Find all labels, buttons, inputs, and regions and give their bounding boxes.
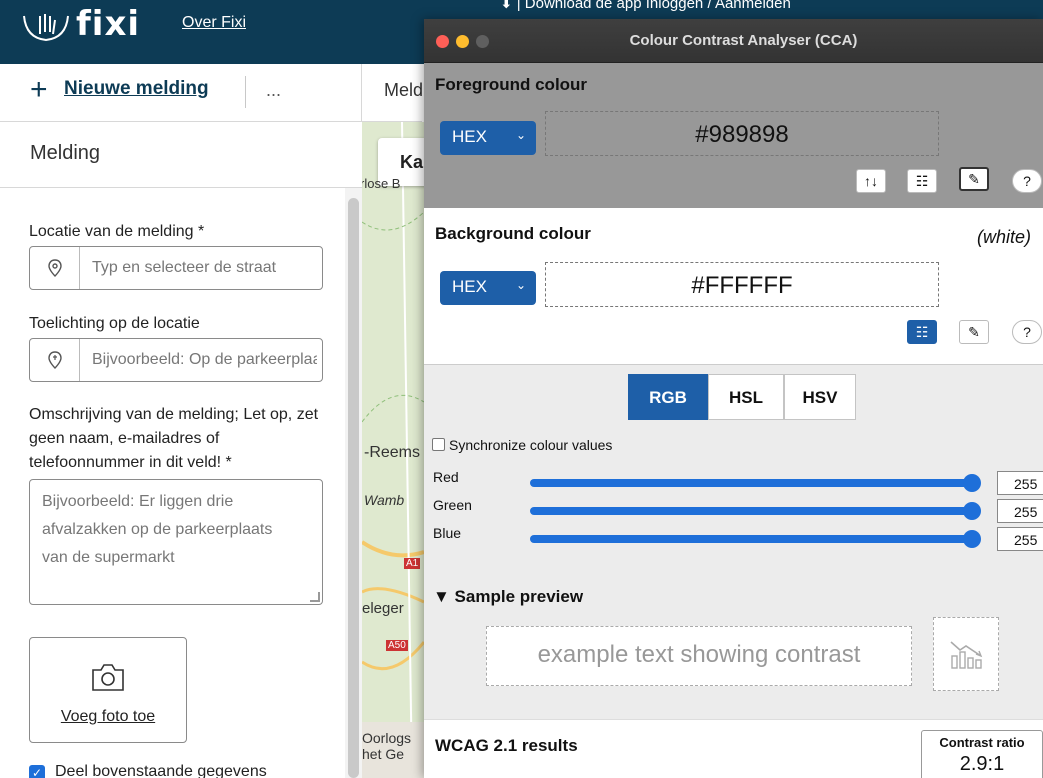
- location-explain-input[interactable]: Bijvoorbeeld: Op de parkeerplaats: [29, 338, 323, 382]
- background-format-value: HEX: [452, 277, 487, 296]
- map-label: rlose B: [362, 176, 401, 191]
- help-icon[interactable]: ?: [1012, 320, 1042, 344]
- add-photo-label: Voeg foto toe: [60, 708, 156, 725]
- mode-button-hsl[interactable]: HSL: [708, 374, 784, 420]
- red-slider-track[interactable]: [530, 479, 978, 487]
- nav-link-over-fixi[interactable]: Over Fixi: [182, 14, 246, 32]
- cca-titlebar[interactable]: Colour Contrast Analyser (CCA): [424, 19, 1043, 63]
- hand-logo-icon: [20, 8, 72, 53]
- background-colour-name: (white): [977, 227, 1032, 247]
- map-label: eleger: [362, 600, 404, 617]
- map-label: Wamb: [364, 492, 405, 508]
- cca-window-title: Colour Contrast Analyser (CCA): [629, 32, 858, 49]
- road-badge: A1: [404, 558, 421, 569]
- sample-preview-toggle[interactable]: ▼ Sample preview: [433, 587, 583, 607]
- green-value-input[interactable]: 255: [997, 499, 1043, 523]
- green-slider-track[interactable]: [530, 507, 978, 515]
- foreground-title: Foreground colour: [435, 75, 588, 94]
- panel-header: Melding: [0, 122, 362, 188]
- map-label: Oorlogs: [362, 730, 412, 746]
- eyedropper-icon[interactable]: ✎: [959, 320, 989, 344]
- scrollbar-thumb[interactable]: [348, 198, 359, 778]
- contrast-ratio-label: Contrast ratio: [939, 735, 1025, 750]
- report-form: Locatie van de melding * Typ en selectee…: [0, 188, 345, 778]
- background-format-select[interactable]: HEX ⌄: [440, 271, 536, 305]
- contrast-ratio-box: Contrast ratio 2.9:1: [921, 730, 1043, 778]
- mode-button-rgb[interactable]: RGB: [628, 374, 708, 420]
- location-explain-label: Toelichting op de locatie: [29, 315, 200, 332]
- map-header-title: Meld: [384, 80, 424, 100]
- plus-icon[interactable]: +: [30, 73, 48, 107]
- share-data-checkbox[interactable]: ✓: [29, 765, 45, 778]
- map-header: Meld: [362, 64, 424, 122]
- description-placeholder: Bijvoorbeeld: Er liggen drie afvalzakken…: [42, 493, 273, 566]
- sync-values-checkbox[interactable]: [432, 438, 445, 451]
- location-label: Locatie van de melding *: [29, 223, 205, 240]
- contrast-ratio-value: 2.9:1: [959, 753, 1005, 775]
- sliders-icon[interactable]: ☷: [907, 169, 937, 193]
- background-section: Background colour (white) HEX ⌄ #FFFFFF …: [424, 208, 1043, 364]
- foreground-format-value: HEX: [452, 127, 487, 146]
- blue-slider-thumb[interactable]: [963, 530, 981, 548]
- red-label: Red: [433, 469, 459, 485]
- location-explain-placeholder: Bijvoorbeeld: Op de parkeerplaats: [92, 351, 317, 368]
- background-hex-input[interactable]: #FFFFFF: [545, 262, 939, 307]
- help-icon[interactable]: ?: [1012, 169, 1042, 193]
- report-panel: + Nieuwe melding ... Melding Locatie van…: [0, 64, 362, 778]
- foreground-section: Foreground colour HEX ⌄ #989898 ↑↓ ☷ ✎ ?: [424, 63, 1043, 208]
- green-slider-thumb[interactable]: [963, 502, 981, 520]
- map-label: het Ge: [362, 746, 405, 762]
- cca-window: Colour Contrast Analyser (CCA) Foregroun…: [424, 19, 1043, 778]
- sync-values-label: Synchronize colour values: [449, 437, 613, 453]
- blue-slider-track[interactable]: [530, 535, 978, 543]
- form-scrollbar[interactable]: [345, 188, 362, 778]
- chevron-down-icon: ⌄: [515, 278, 526, 292]
- sample-preview-section: ▼ Sample preview example text showing co…: [424, 579, 1043, 719]
- foreground-format-select[interactable]: HEX ⌄: [440, 121, 536, 155]
- brand-logo[interactable]: fixi: [76, 4, 140, 44]
- foreground-hex-input[interactable]: #989898: [545, 111, 939, 156]
- top-right-links[interactable]: ⬇ | Download de app Inloggen / Aanmelden: [500, 0, 791, 12]
- chevron-down-icon: ⌄: [515, 128, 526, 142]
- map-view[interactable]: Ka rlose B -Reems Wamb A1 eleger A50 Oor…: [362, 122, 424, 778]
- location-input[interactable]: Typ en selecteer de straat: [29, 246, 323, 290]
- new-report-link[interactable]: Nieuwe melding: [64, 78, 209, 100]
- chart-preview-icon: [933, 617, 999, 691]
- panel-title: Melding: [30, 142, 101, 164]
- divider: [245, 76, 246, 108]
- eyedropper-icon[interactable]: ✎: [959, 167, 989, 191]
- colour-model-section: RGB HSL HSV Synchronize colour values Re…: [424, 364, 1043, 579]
- resize-handle[interactable]: [310, 592, 320, 602]
- location-placeholder: Typ en selecteer de straat: [92, 259, 277, 276]
- red-slider-thumb[interactable]: [963, 474, 981, 492]
- location-marker-icon: [30, 339, 80, 381]
- green-label: Green: [433, 497, 472, 513]
- new-report-bar: + Nieuwe melding ...: [0, 64, 362, 122]
- swap-colours-icon[interactable]: ↑↓: [856, 169, 886, 193]
- mode-button-hsv[interactable]: HSV: [784, 374, 856, 420]
- add-photo-button[interactable]: Voeg foto toe: [29, 637, 187, 743]
- more-menu-button[interactable]: ...: [266, 80, 281, 101]
- share-data-label: Deel bovenstaande gegevens: [55, 763, 267, 778]
- map-label: -Reems: [364, 444, 421, 461]
- road-badge: A50: [386, 640, 408, 651]
- location-pin-icon: [30, 247, 80, 289]
- blue-value-input[interactable]: 255: [997, 527, 1043, 551]
- sample-preview-text: example text showing contrast: [486, 626, 912, 686]
- sliders-icon[interactable]: ☷: [907, 320, 937, 344]
- background-title: Background colour: [435, 224, 591, 243]
- wcag-results-section: WCAG 2.1 results Contrast ratio 2.9:1: [424, 719, 1043, 778]
- wcag-results-title: WCAG 2.1 results: [435, 736, 578, 755]
- red-value-input[interactable]: 255: [997, 471, 1043, 495]
- description-textarea[interactable]: Bijvoorbeeld: Er liggen drie afvalzakken…: [29, 479, 323, 605]
- camera-icon: [91, 662, 125, 697]
- description-label: Omschrijving van de melding; Let op, zet…: [29, 406, 319, 471]
- blue-label: Blue: [433, 525, 462, 541]
